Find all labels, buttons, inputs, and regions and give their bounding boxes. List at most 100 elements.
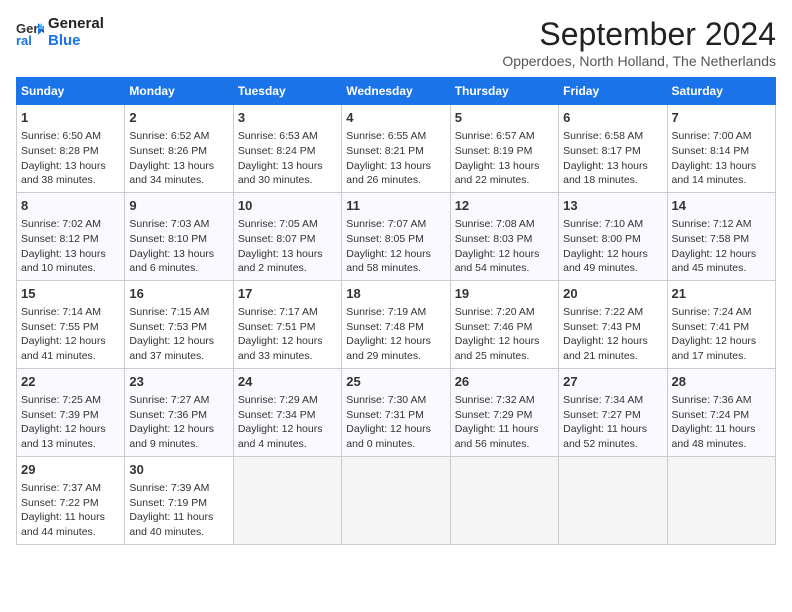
day-info-line: Sunset: 7:39 PM [21,408,120,423]
day-info-line: and 30 minutes. [238,173,337,188]
day-info-line: Sunrise: 7:12 AM [672,217,771,232]
day-info-line: and 25 minutes. [455,349,554,364]
table-row: 25Sunrise: 7:30 AMSunset: 7:31 PMDayligh… [342,368,450,456]
day-info-line: and 13 minutes. [21,437,120,452]
svg-text:ral: ral [16,33,32,47]
day-info-line: and 18 minutes. [563,173,662,188]
day-info-line: Sunrise: 6:58 AM [563,129,662,144]
day-number: 14 [672,197,771,215]
day-info-line: Sunset: 8:28 PM [21,144,120,159]
day-info-line: Sunrise: 7:10 AM [563,217,662,232]
day-info-line: Sunset: 8:10 PM [129,232,228,247]
day-number: 3 [238,109,337,127]
day-number: 18 [346,285,445,303]
table-row [233,456,341,544]
day-info-line: Sunrise: 7:20 AM [455,305,554,320]
day-info-line: Daylight: 13 hours [238,159,337,174]
day-info-line: Daylight: 13 hours [21,159,120,174]
day-info-line: Sunrise: 7:29 AM [238,393,337,408]
day-info-line: Daylight: 12 hours [455,334,554,349]
day-number: 24 [238,373,337,391]
day-info-line: Daylight: 12 hours [238,422,337,437]
day-number: 5 [455,109,554,127]
table-row: 16Sunrise: 7:15 AMSunset: 7:53 PMDayligh… [125,280,233,368]
day-info-line: and 26 minutes. [346,173,445,188]
day-info-line: and 6 minutes. [129,261,228,276]
day-info-line: and 21 minutes. [563,349,662,364]
day-info-line: and 4 minutes. [238,437,337,452]
logo-icon: Gene ral [16,19,44,47]
table-row: 15Sunrise: 7:14 AMSunset: 7:55 PMDayligh… [17,280,125,368]
logo-text-line1: General [48,16,104,33]
day-info-line: Daylight: 11 hours [563,422,662,437]
day-info-line: Sunset: 8:21 PM [346,144,445,159]
location-subtitle: Opperdoes, North Holland, The Netherland… [502,53,776,69]
day-number: 25 [346,373,445,391]
table-row [342,456,450,544]
day-number: 21 [672,285,771,303]
day-info-line: and 37 minutes. [129,349,228,364]
day-info-line: and 38 minutes. [21,173,120,188]
day-info-line: Sunrise: 6:50 AM [21,129,120,144]
day-info-line: Sunrise: 6:55 AM [346,129,445,144]
day-info-line: and 54 minutes. [455,261,554,276]
calendar-week-row: 1Sunrise: 6:50 AMSunset: 8:28 PMDaylight… [17,105,776,193]
day-info-line: Sunrise: 7:08 AM [455,217,554,232]
day-info-line: and 9 minutes. [129,437,228,452]
day-number: 1 [21,109,120,127]
day-info-line: Sunrise: 7:22 AM [563,305,662,320]
day-info-line: Sunset: 8:17 PM [563,144,662,159]
day-info-line: Daylight: 13 hours [346,159,445,174]
header-wednesday: Wednesday [342,78,450,105]
day-info-line: Sunset: 8:14 PM [672,144,771,159]
day-info-line: Sunset: 7:58 PM [672,232,771,247]
day-number: 11 [346,197,445,215]
day-info-line: Sunrise: 7:32 AM [455,393,554,408]
table-row: 8Sunrise: 7:02 AMSunset: 8:12 PMDaylight… [17,192,125,280]
day-info-line: Sunrise: 7:19 AM [346,305,445,320]
day-info-line: Sunrise: 7:37 AM [21,481,120,496]
day-info-line: Daylight: 13 hours [672,159,771,174]
day-info-line: and 2 minutes. [238,261,337,276]
table-row: 6Sunrise: 6:58 AMSunset: 8:17 PMDaylight… [559,105,667,193]
day-info-line: Daylight: 12 hours [346,422,445,437]
day-info-line: Sunrise: 7:05 AM [238,217,337,232]
table-row: 29Sunrise: 7:37 AMSunset: 7:22 PMDayligh… [17,456,125,544]
day-info-line: and 0 minutes. [346,437,445,452]
table-row: 23Sunrise: 7:27 AMSunset: 7:36 PMDayligh… [125,368,233,456]
day-info-line: Sunset: 7:51 PM [238,320,337,335]
calendar-week-row: 29Sunrise: 7:37 AMSunset: 7:22 PMDayligh… [17,456,776,544]
table-row: 17Sunrise: 7:17 AMSunset: 7:51 PMDayligh… [233,280,341,368]
day-info-line: and 45 minutes. [672,261,771,276]
day-info-line: and 41 minutes. [21,349,120,364]
table-row: 12Sunrise: 7:08 AMSunset: 8:03 PMDayligh… [450,192,558,280]
table-row: 20Sunrise: 7:22 AMSunset: 7:43 PMDayligh… [559,280,667,368]
day-number: 15 [21,285,120,303]
table-row: 21Sunrise: 7:24 AMSunset: 7:41 PMDayligh… [667,280,775,368]
day-number: 26 [455,373,554,391]
day-info-line: Daylight: 12 hours [346,334,445,349]
day-info-line: Daylight: 12 hours [563,247,662,262]
day-info-line: Sunset: 8:19 PM [455,144,554,159]
day-info-line: Daylight: 12 hours [563,334,662,349]
table-row: 7Sunrise: 7:00 AMSunset: 8:14 PMDaylight… [667,105,775,193]
day-info-line: Sunrise: 7:03 AM [129,217,228,232]
day-info-line: Sunrise: 7:25 AM [21,393,120,408]
day-info-line: Daylight: 13 hours [455,159,554,174]
table-row: 5Sunrise: 6:57 AMSunset: 8:19 PMDaylight… [450,105,558,193]
day-info-line: and 58 minutes. [346,261,445,276]
title-area: September 2024 Opperdoes, North Holland,… [502,16,776,69]
day-info-line: Sunset: 7:55 PM [21,320,120,335]
day-info-line: Daylight: 11 hours [455,422,554,437]
day-info-line: Daylight: 12 hours [672,247,771,262]
header-sunday: Sunday [17,78,125,105]
day-info-line: Daylight: 11 hours [672,422,771,437]
table-row [559,456,667,544]
day-info-line: Daylight: 12 hours [672,334,771,349]
day-info-line: Sunrise: 7:15 AM [129,305,228,320]
table-row: 13Sunrise: 7:10 AMSunset: 8:00 PMDayligh… [559,192,667,280]
table-row: 4Sunrise: 6:55 AMSunset: 8:21 PMDaylight… [342,105,450,193]
day-number: 28 [672,373,771,391]
calendar-week-row: 15Sunrise: 7:14 AMSunset: 7:55 PMDayligh… [17,280,776,368]
day-info-line: and 22 minutes. [455,173,554,188]
